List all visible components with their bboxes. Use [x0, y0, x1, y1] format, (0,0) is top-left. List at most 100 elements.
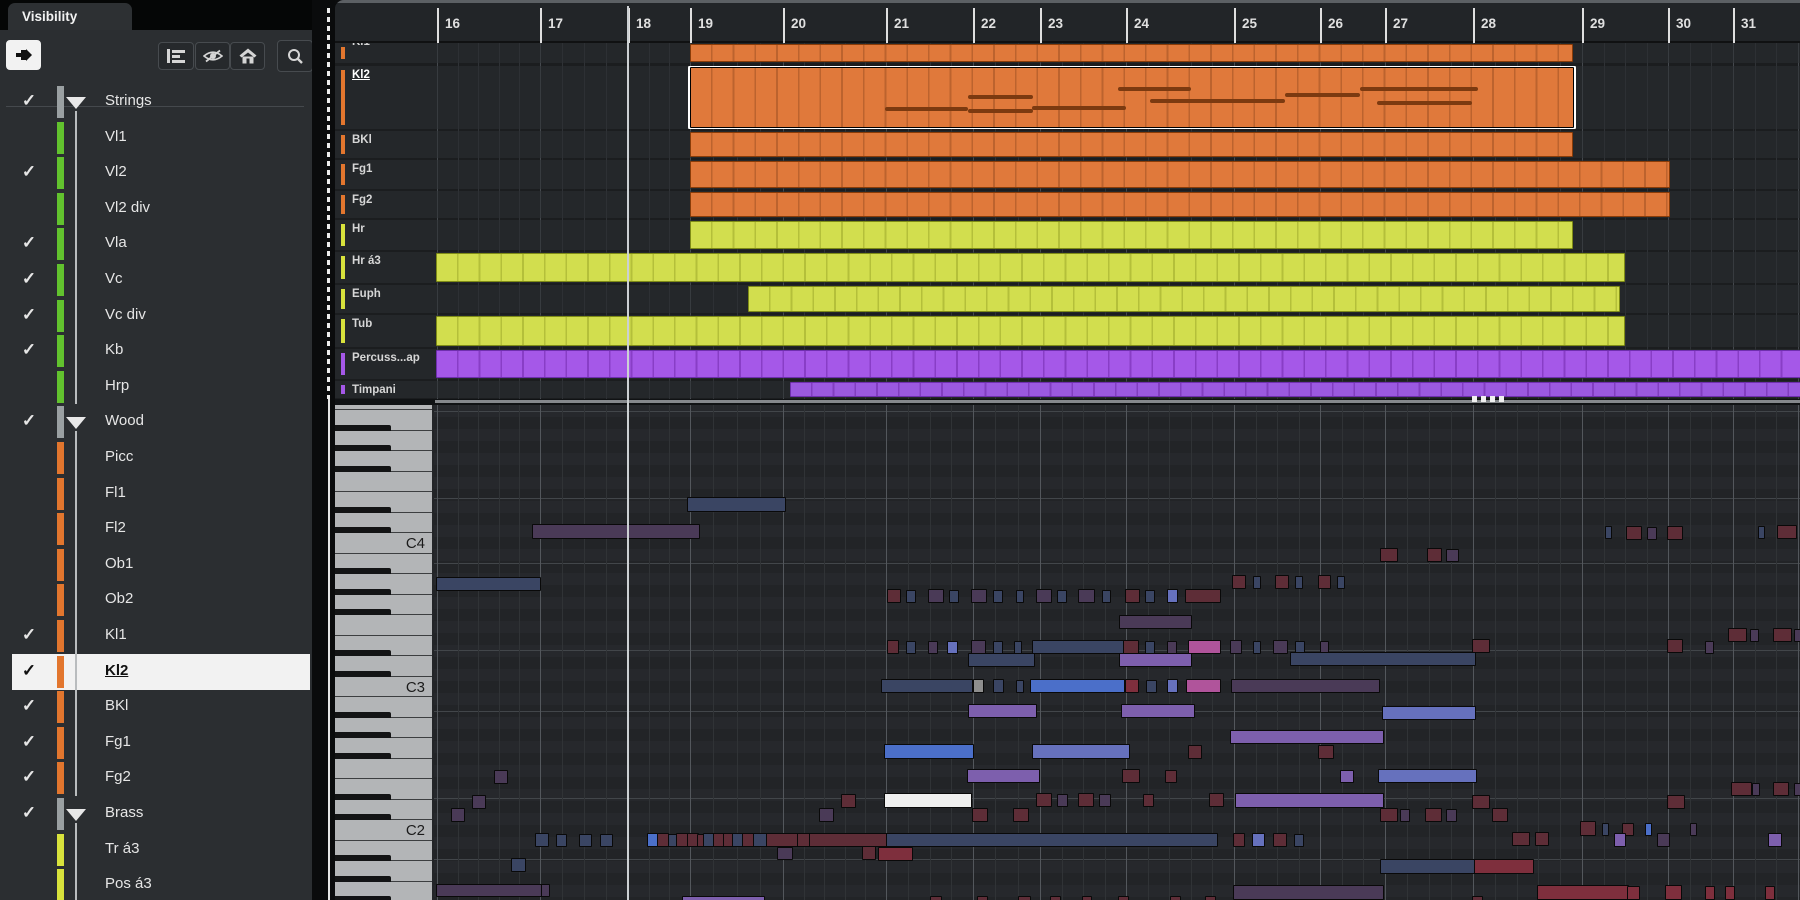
midi-note[interactable]	[1165, 770, 1177, 783]
midi-note[interactable]	[1125, 589, 1140, 603]
playhead-cursor[interactable]	[627, 6, 629, 900]
midi-note[interactable]	[1145, 590, 1155, 603]
overview-lane-hr[interactable]: Hr	[335, 220, 1800, 250]
midi-note[interactable]	[993, 679, 1004, 693]
midi-note[interactable]	[1290, 652, 1476, 666]
visibility-row-kl2[interactable]: ✓Kl2	[0, 654, 312, 690]
visibility-row-tr-á3[interactable]: Tr á3	[0, 832, 312, 868]
midi-note[interactable]	[766, 833, 799, 847]
midi-note[interactable]	[881, 679, 973, 693]
midi-note[interactable]	[949, 590, 959, 603]
track-visible-checkmark[interactable]: ✓	[17, 732, 41, 752]
folder-expand-icon[interactable]	[66, 97, 86, 109]
track-visible-checkmark[interactable]: ✓	[17, 696, 41, 716]
clip-bkl[interactable]	[690, 132, 1573, 157]
piano-key-white-F3[interactable]	[335, 615, 432, 636]
track-visible-checkmark[interactable]: ✓	[17, 411, 41, 431]
midi-note[interactable]	[1102, 590, 1111, 603]
visibility-row-pos-á3[interactable]: Pos á3	[0, 867, 312, 900]
midi-note[interactable]	[1123, 640, 1139, 654]
timeline-ruler[interactable]: 16171819202122232425262728293031	[335, 3, 1800, 43]
midi-note[interactable]	[887, 589, 901, 603]
midi-note[interactable]	[1188, 640, 1221, 654]
midi-note[interactable]	[1273, 640, 1288, 654]
midi-note[interactable]	[1380, 548, 1398, 562]
midi-note[interactable]	[1773, 628, 1792, 642]
midi-note[interactable]	[1146, 680, 1157, 693]
midi-note[interactable]	[1794, 629, 1800, 642]
clip-hr-3[interactable]	[436, 253, 1625, 282]
midi-note[interactable]	[1050, 896, 1061, 900]
midi-note[interactable]	[532, 524, 700, 539]
visibility-row-brass[interactable]: ✓Brass	[0, 796, 312, 832]
midi-note[interactable]	[1794, 783, 1800, 796]
track-visible-checkmark[interactable]: ✓	[17, 305, 41, 325]
overview-lane-fg1[interactable]: Fg1	[335, 160, 1800, 189]
midi-note[interactable]	[968, 704, 1037, 718]
midi-note[interactable]	[1472, 795, 1490, 809]
midi-note[interactable]	[1657, 833, 1670, 847]
track-visible-checkmark[interactable]: ✓	[17, 803, 41, 823]
midi-note[interactable]	[1235, 793, 1384, 808]
midi-note[interactable]	[809, 833, 888, 847]
visibility-row-vl2[interactable]: ✓Vl2	[0, 155, 312, 191]
midi-note[interactable]	[1400, 809, 1410, 822]
midi-note[interactable]	[1752, 783, 1760, 796]
overview-lane-kl2[interactable]: Kl2	[335, 66, 1800, 129]
midi-note[interactable]	[1253, 641, 1261, 654]
midi-note[interactable]	[1580, 821, 1596, 836]
midi-note[interactable]	[947, 641, 958, 654]
panel-resize-handle[interactable]	[327, 8, 330, 399]
midi-note[interactable]	[472, 795, 486, 809]
midi-note[interactable]	[971, 589, 987, 603]
hide-tracks-eye-icon[interactable]	[195, 42, 230, 70]
midi-note[interactable]	[1232, 575, 1246, 589]
visibility-row-kl1[interactable]: ✓Kl1	[0, 618, 312, 654]
midi-note[interactable]	[1777, 525, 1797, 539]
overview-lane-euph[interactable]: Euph	[335, 285, 1800, 313]
clip-timpani[interactable]	[790, 382, 1800, 397]
midi-note[interactable]	[1765, 886, 1775, 900]
midi-note[interactable]	[1125, 679, 1139, 693]
midi-note[interactable]	[1427, 548, 1442, 562]
piano-key-white-C3[interactable]: C3	[335, 677, 432, 698]
visibility-row-vla[interactable]: ✓Vla	[0, 226, 312, 262]
midi-note[interactable]	[1082, 896, 1092, 900]
midi-note[interactable]	[1295, 576, 1303, 589]
midi-note[interactable]	[1750, 629, 1759, 642]
clip-tub[interactable]	[436, 316, 1625, 346]
visibility-row-vl2-div[interactable]: Vl2 div	[0, 191, 312, 227]
midi-note[interactable]	[862, 846, 876, 860]
midi-note[interactable]	[1425, 808, 1442, 822]
midi-note[interactable]	[1337, 576, 1345, 589]
midi-note[interactable]	[1446, 809, 1457, 822]
visibility-row-vl1[interactable]: Vl1	[0, 120, 312, 156]
midi-note[interactable]	[1614, 833, 1626, 847]
midi-note[interactable]	[1057, 590, 1067, 603]
track-visible-checkmark[interactable]: ✓	[17, 625, 41, 645]
track-visible-checkmark[interactable]: ✓	[17, 91, 41, 111]
midi-note[interactable]	[535, 833, 549, 847]
midi-note[interactable]	[971, 640, 986, 654]
midi-note[interactable]	[1253, 576, 1261, 589]
midi-note[interactable]	[511, 858, 526, 872]
midi-note[interactable]	[1016, 680, 1024, 693]
visibility-row-fg2[interactable]: ✓Fg2	[0, 760, 312, 796]
midi-note[interactable]	[1382, 706, 1476, 720]
midi-note[interactable]	[1118, 896, 1129, 900]
midi-note[interactable]	[887, 640, 899, 654]
midi-note[interactable]	[1018, 896, 1031, 900]
piano-key-white-F4[interactable]	[335, 472, 432, 493]
midi-note[interactable]	[1535, 832, 1549, 846]
midi-note[interactable]	[1768, 833, 1782, 847]
visibility-row-wood[interactable]: ✓Wood	[0, 404, 312, 440]
midi-note[interactable]	[1380, 808, 1398, 822]
overview-lane-bkl[interactable]: BKl	[335, 131, 1800, 158]
midi-note[interactable]	[841, 794, 856, 808]
midi-note[interactable]	[541, 884, 550, 897]
midi-note[interactable]	[1167, 589, 1178, 603]
midi-note[interactable]	[1512, 832, 1530, 846]
midi-note[interactable]	[682, 896, 765, 900]
midi-note[interactable]	[1230, 640, 1242, 654]
midi-note[interactable]	[993, 590, 1003, 603]
